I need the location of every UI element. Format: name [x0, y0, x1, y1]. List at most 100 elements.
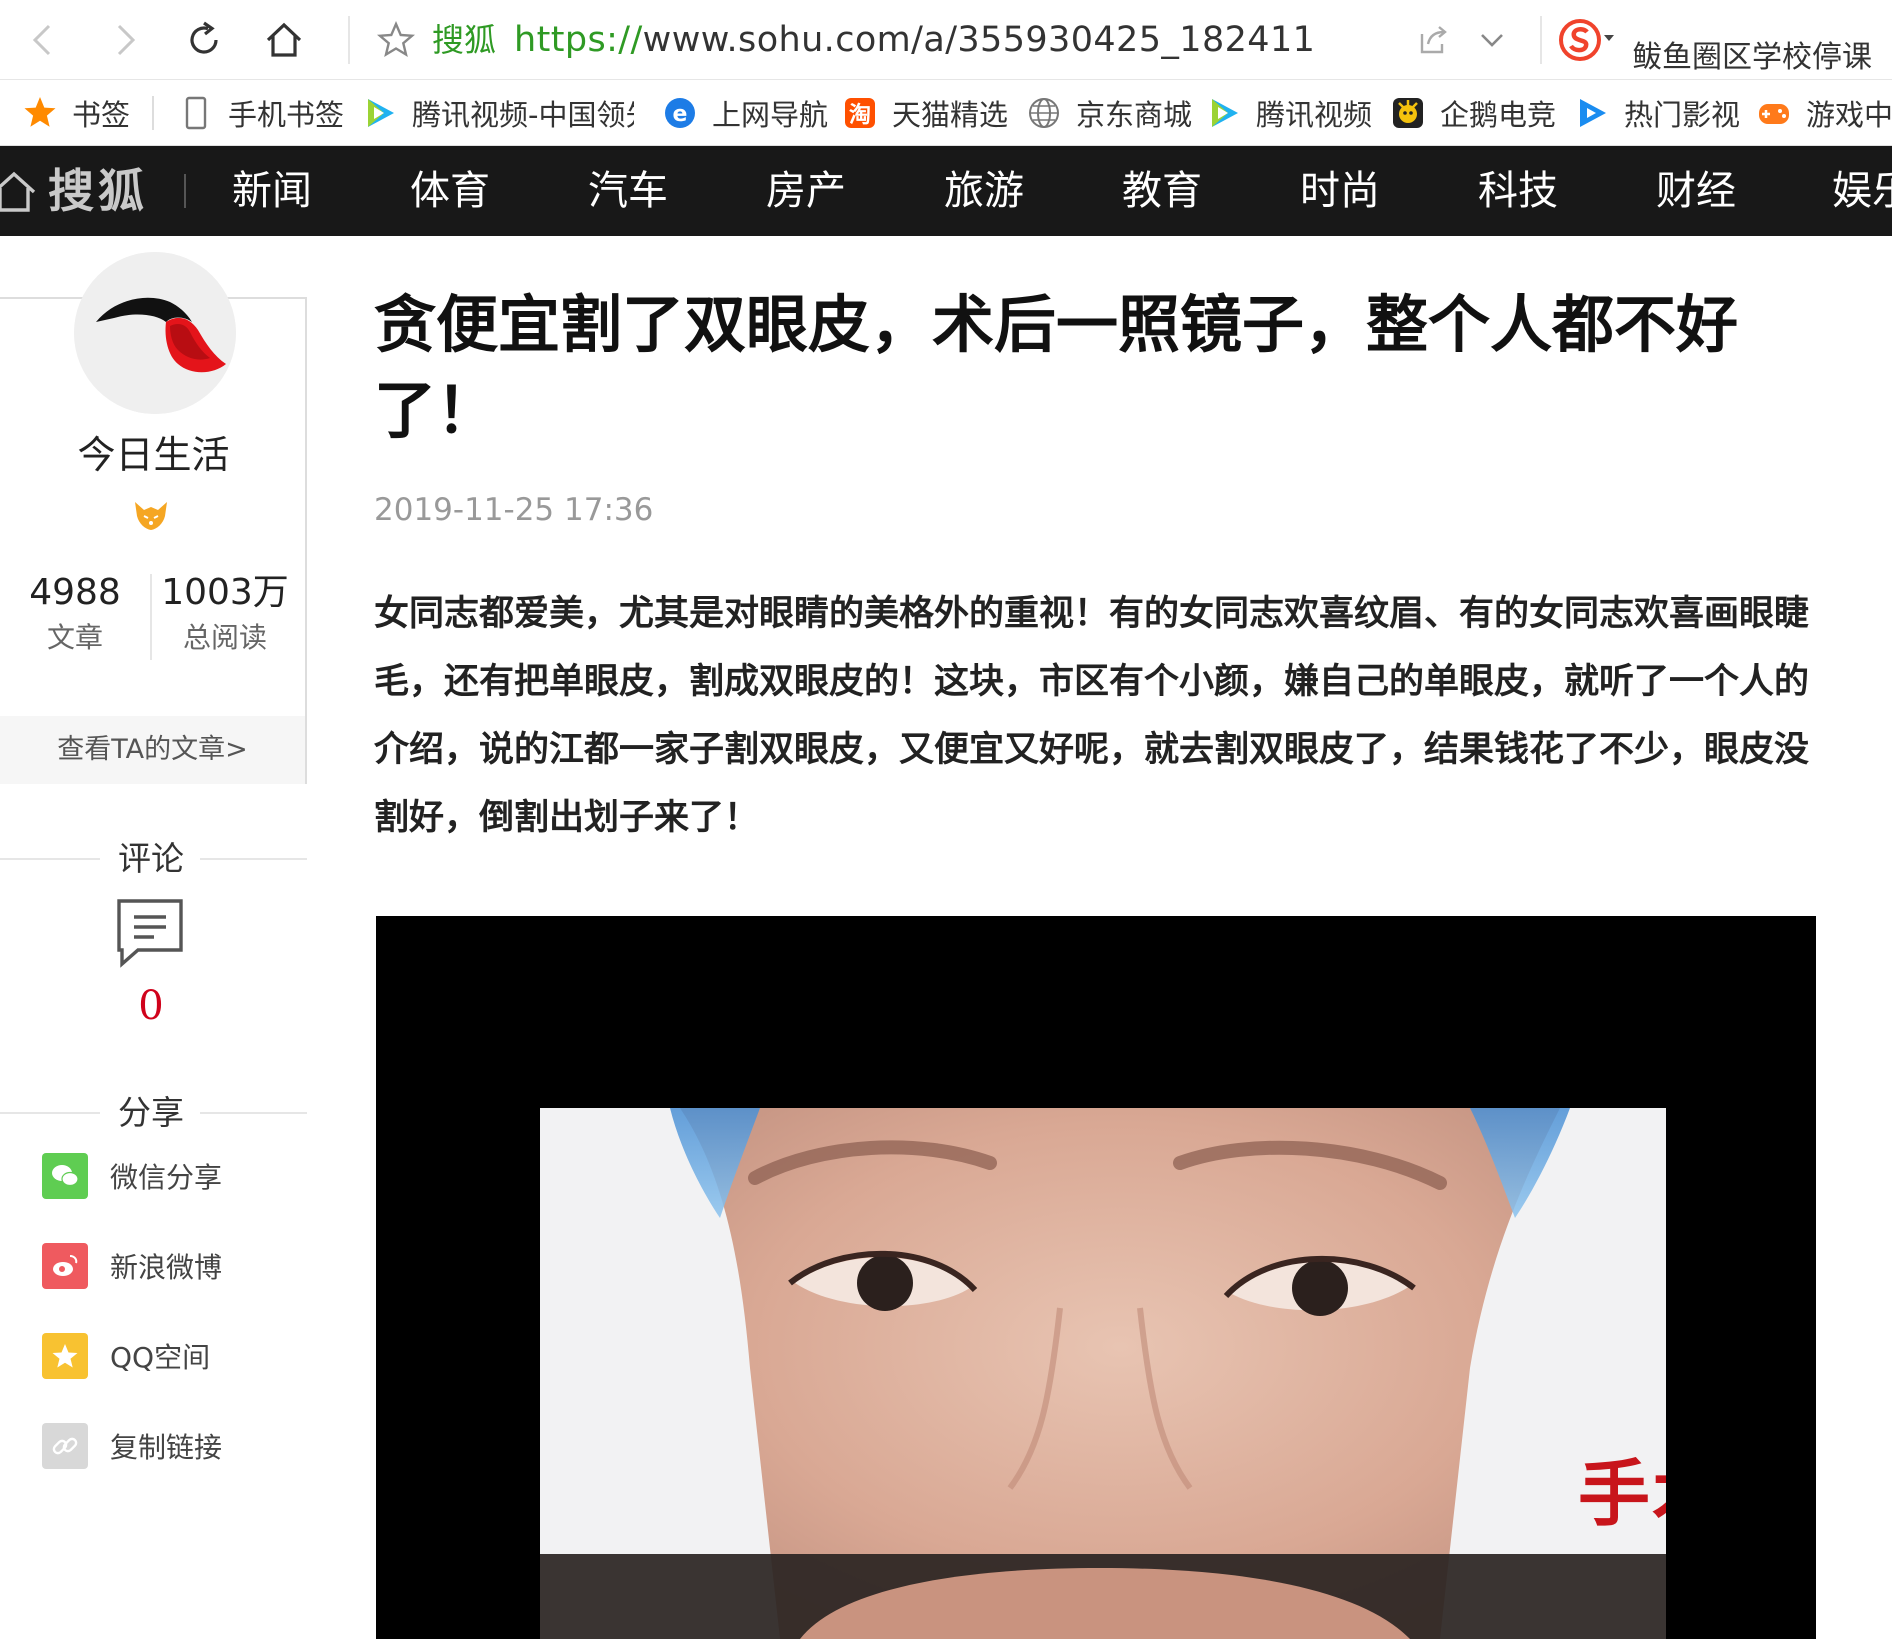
view-articles-link[interactable]: 查看TA的文章> — [0, 716, 305, 784]
share-heading-text: 分享 — [118, 1093, 184, 1132]
nav-realestate[interactable]: 房产 — [766, 162, 846, 220]
tencent-video-icon — [362, 95, 398, 131]
svg-text:e: e — [673, 102, 688, 127]
nav-tech[interactable]: 科技 — [1478, 162, 1558, 220]
toolbar-separator — [1540, 16, 1542, 64]
forward-button[interactable] — [98, 14, 150, 66]
logo-separator — [184, 174, 186, 208]
phone-icon — [178, 95, 214, 131]
nav-finance[interactable]: 财经 — [1656, 162, 1736, 220]
qzone-icon — [42, 1333, 88, 1379]
bookmark-item-games[interactable]: 游戏中心 — [1756, 80, 1892, 145]
weibo-icon — [42, 1243, 88, 1289]
globe-icon — [1026, 95, 1062, 131]
bookmark-item-movies[interactable]: 热门影视 — [1574, 80, 1741, 145]
photo-caption: 手术前 — [1578, 1451, 1666, 1536]
comments-heading-text: 评论 — [118, 839, 184, 878]
gamepad-icon — [1756, 95, 1792, 131]
bookmark-item-esports[interactable]: 企鹅电竞 — [1390, 80, 1557, 145]
comment-icon[interactable] — [116, 898, 184, 968]
bookmark-label: 腾讯视频-中国领先 — [412, 98, 634, 132]
nav-travel[interactable]: 旅游 — [944, 162, 1024, 220]
author-name[interactable]: 今日生活 — [0, 432, 307, 478]
bookmark-item-navigation[interactable]: e 上网导航 — [662, 80, 829, 145]
reload-button[interactable] — [178, 14, 230, 66]
bookmark-label: 企鹅电竞 — [1440, 98, 1557, 132]
taobao-icon: 淘 — [842, 95, 878, 131]
article-timestamp: 2019-11-25 17:36 — [374, 492, 654, 528]
svg-text:淘: 淘 — [849, 102, 871, 128]
bookmarks-bar: 书签 手机书签 腾讯视频-中国领先 e 上网导航 淘 天猫精选 京东商城 腾讯视… — [0, 80, 1892, 146]
tencent-video-icon — [1206, 95, 1242, 131]
link-icon — [42, 1423, 88, 1469]
share-label: 新浪微博 — [110, 1251, 223, 1284]
bookmark-label: 上网导航 — [712, 98, 829, 132]
nav-fashion[interactable]: 时尚 — [1300, 162, 1380, 220]
bookmark-star-icon[interactable] — [376, 20, 416, 60]
url-path: www.sohu.com/a/355930425_182411 — [642, 20, 1316, 60]
articles-stat: 4988 文章 — [0, 568, 150, 658]
articles-count: 4988 — [29, 572, 121, 613]
address-url[interactable]: https://www.sohu.com/a/355930425_182411 — [514, 16, 1315, 64]
bookmark-label: 手机书签 — [228, 98, 345, 132]
url-scheme: https:// — [514, 20, 643, 60]
reload-icon — [190, 21, 218, 54]
bookmark-item-tencent-video-home[interactable]: 腾讯视频-中国领先 — [362, 80, 634, 145]
articles-label: 文章 — [46, 621, 103, 654]
nav-auto[interactable]: 汽车 — [588, 162, 668, 220]
play-icon — [1574, 95, 1610, 131]
reads-label: 总阅读 — [182, 621, 267, 654]
chevron-right-icon — [117, 24, 136, 56]
bookmark-label: 游戏中心 — [1806, 98, 1892, 132]
share-label: 复制链接 — [110, 1431, 223, 1464]
article-image: 手术前 — [376, 916, 1816, 1639]
bookmark-item-bookmarks[interactable]: 书签 — [22, 80, 131, 145]
address-site-label[interactable]: 搜狐 — [432, 16, 496, 64]
bookmark-item-tmall[interactable]: 淘 天猫精选 — [842, 80, 1009, 145]
nav-news[interactable]: 新闻 — [232, 162, 312, 220]
nav-education[interactable]: 教育 — [1122, 162, 1202, 220]
share-wechat-button[interactable]: 微信分享 — [42, 1152, 222, 1200]
comments-heading: 评论 — [0, 836, 307, 882]
author-logo-icon — [74, 252, 236, 414]
star-icon — [22, 95, 58, 131]
bookmark-label: 天猫精选 — [892, 98, 1009, 132]
nav-sports[interactable]: 体育 — [410, 162, 490, 220]
comment-count[interactable]: 0 — [0, 980, 302, 1032]
back-button[interactable] — [18, 14, 70, 66]
before-surgery-photo: 手术前 — [540, 1108, 1666, 1639]
article-body: 女同志都爱美，尤其是对眼睛的美格外的重视！有的女同志欢喜纹眉、有的女同志欢喜画眼… — [374, 594, 1810, 838]
penguin-esports-icon — [1390, 95, 1426, 131]
share-label: 微信分享 — [110, 1161, 223, 1194]
search-hint-text[interactable]: 鲅鱼圈区学校停课 — [1632, 38, 1872, 78]
reads-stat: 1003万 总阅读 — [150, 568, 300, 658]
fox-badge-icon — [135, 502, 167, 530]
bookmark-item-mobile[interactable]: 手机书签 — [178, 80, 345, 145]
copy-link-button[interactable]: 复制链接 — [42, 1422, 222, 1470]
bookmark-item-tencent-video[interactable]: 腾讯视频 — [1206, 80, 1373, 145]
sogou-search-icon[interactable] — [1558, 18, 1618, 62]
address-separator — [348, 16, 350, 64]
avatar[interactable] — [74, 252, 236, 414]
bookmark-label: 京东商城 — [1076, 98, 1193, 132]
bookmark-label: 腾讯视频 — [1256, 98, 1373, 132]
home-button[interactable] — [258, 14, 310, 66]
bookmark-label: 热门影视 — [1624, 98, 1741, 132]
share-weibo-button[interactable]: 新浪微博 — [42, 1242, 222, 1290]
share-label: QQ空间 — [110, 1341, 211, 1374]
bookmark-item-jd[interactable]: 京东商城 — [1026, 80, 1193, 145]
home-icon — [266, 22, 302, 57]
site-home-icon[interactable] — [0, 168, 40, 214]
ie-icon: e — [662, 95, 698, 131]
share-qzone-button[interactable]: QQ空间 — [42, 1332, 210, 1380]
wechat-icon — [42, 1153, 88, 1199]
share-icon[interactable] — [1416, 22, 1452, 58]
nav-entertainment[interactable]: 娱乐 — [1832, 162, 1892, 220]
article-title: 贪便宜割了双眼皮，术后一照镜子，整个人都不好了！ — [374, 288, 1739, 447]
face-photo — [540, 1108, 1666, 1639]
bookmark-label: 书签 — [72, 98, 131, 132]
share-heading: 分享 — [0, 1090, 307, 1136]
site-logo[interactable]: 搜狐 — [48, 162, 148, 220]
chevron-down-icon[interactable] — [1474, 24, 1510, 56]
reads-count: 1003万 — [161, 572, 289, 613]
